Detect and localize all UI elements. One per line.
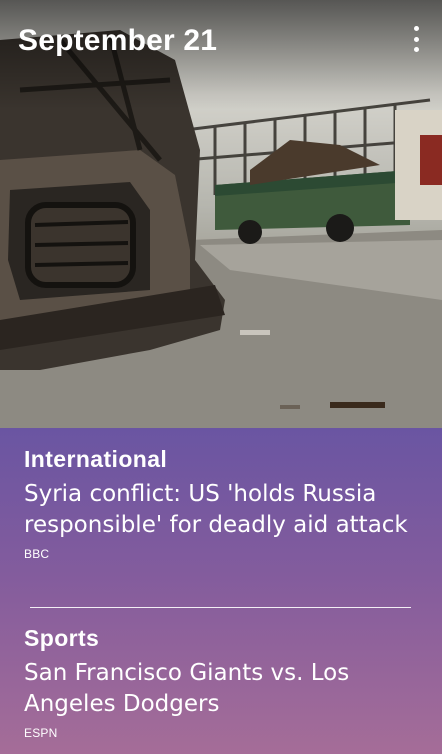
more-vertical-icon[interactable] (410, 26, 422, 52)
story-source: ESPN (24, 726, 58, 740)
story-source: BBC (24, 547, 50, 561)
date-title: September 21 (18, 24, 218, 57)
hero-image[interactable] (0, 0, 442, 428)
story-card[interactable]: International Syria conflict: US 'holds … (24, 446, 416, 561)
story-divider (30, 607, 411, 608)
menu-dot (413, 26, 419, 31)
story-headline[interactable]: San Francisco Giants vs. Los Angeles Dod… (24, 658, 416, 720)
story-headline[interactable]: Syria conflict: US 'holds Russia respons… (24, 479, 416, 541)
menu-dot (413, 47, 419, 52)
story-card[interactable]: Sports San Francisco Giants vs. Los Ange… (24, 625, 416, 740)
menu-dot (413, 36, 419, 42)
news-panel: International Syria conflict: US 'holds … (0, 428, 442, 754)
story-category: Sports (24, 625, 100, 651)
story-category: International (24, 446, 168, 472)
